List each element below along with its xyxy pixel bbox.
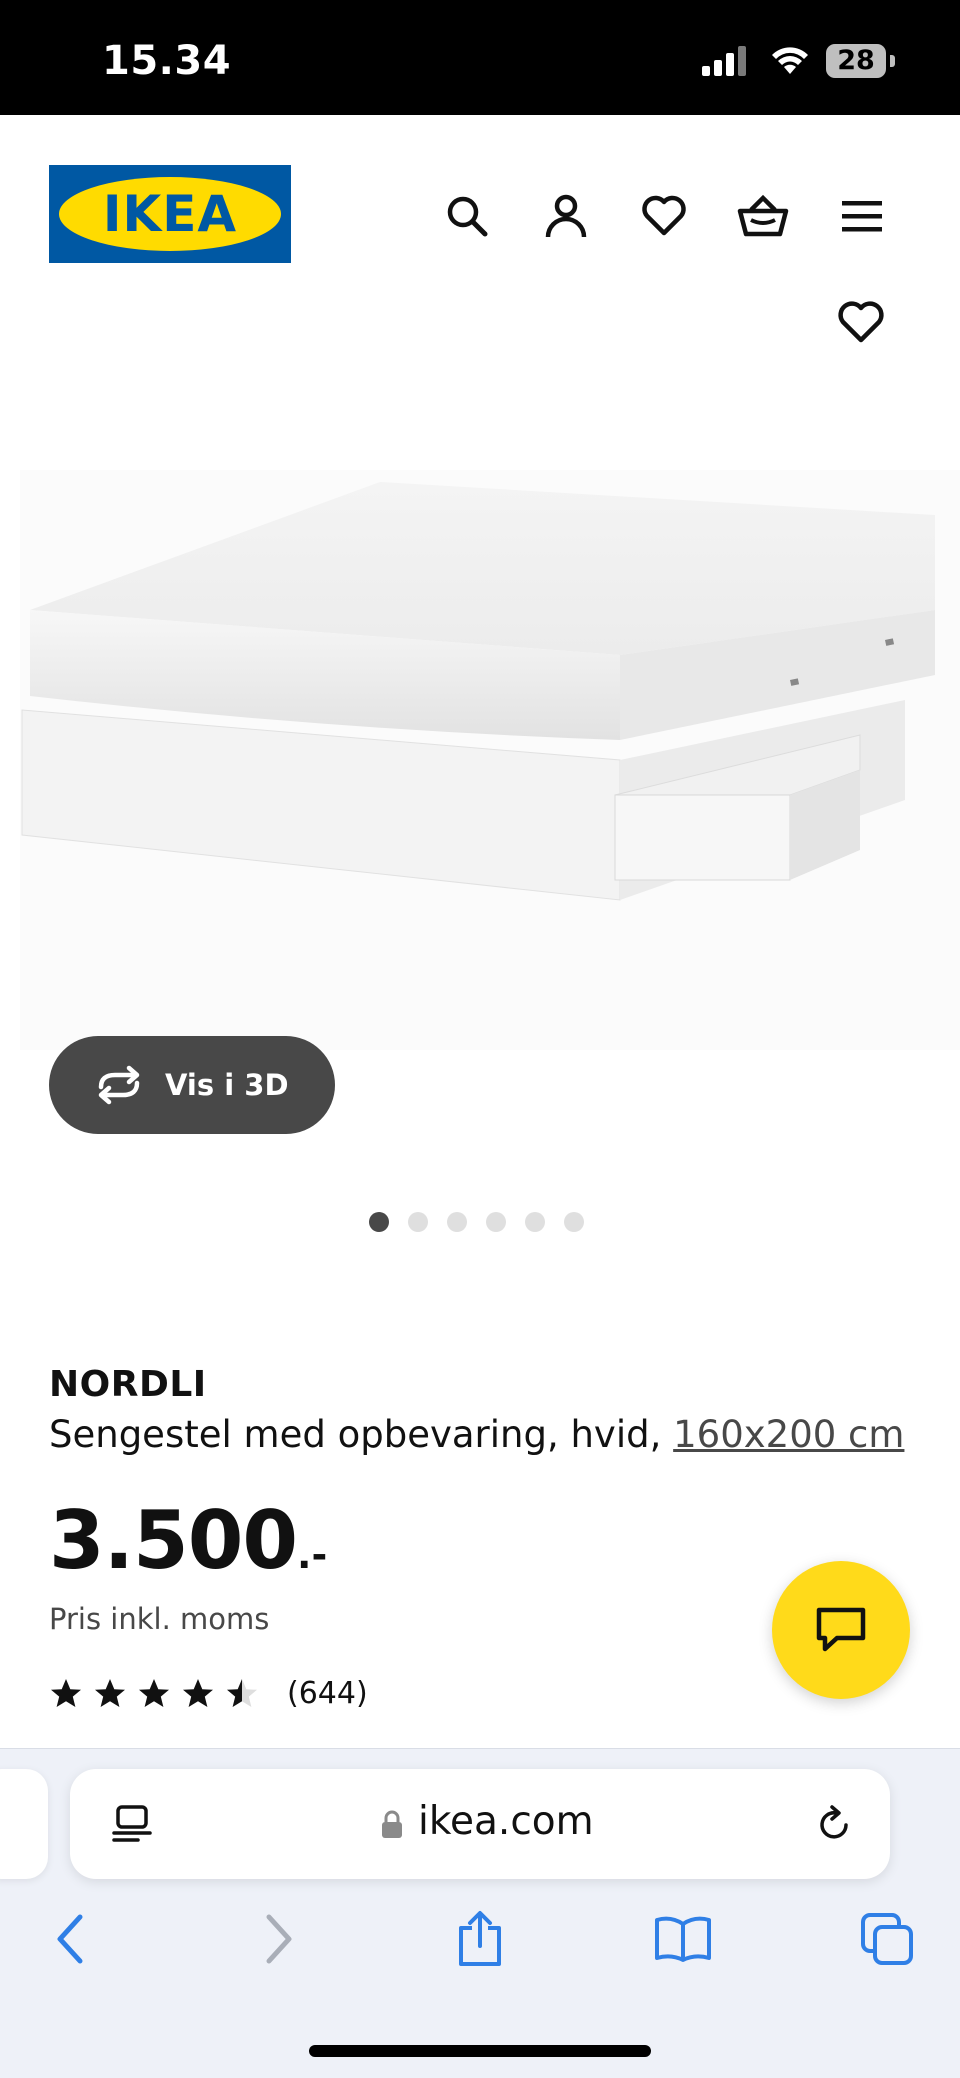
chat-bubble-icon	[816, 1607, 866, 1652]
site-header: IKEA	[0, 115, 960, 300]
product-image	[20, 470, 960, 1050]
home-indicator	[309, 2045, 651, 2057]
lock-icon	[382, 1810, 402, 1838]
save-favourite-icon[interactable]	[836, 300, 886, 346]
review-count: (644)	[287, 1676, 368, 1711]
tabs-icon	[861, 1913, 913, 1965]
view-in-3d-button[interactable]: Vis i 3D	[49, 1036, 335, 1134]
product-description-text: Sengestel med opbevaring, hvid,	[49, 1413, 662, 1456]
page-menu-icon[interactable]	[110, 1803, 154, 1847]
wifi-icon	[772, 47, 808, 74]
reload-icon[interactable]	[812, 1803, 856, 1847]
vat-note: Pris inkl. moms	[49, 1602, 270, 1636]
tabs-button[interactable]	[857, 1909, 917, 1969]
pagination-dot[interactable]	[408, 1212, 428, 1232]
battery-indicator: 28	[826, 44, 886, 78]
chat-button[interactable]	[772, 1561, 910, 1699]
open-book-icon	[655, 1916, 711, 1962]
status-time: 15.34	[102, 38, 232, 84]
pagination-dot[interactable]	[369, 1212, 389, 1232]
product-name: NORDLI	[49, 1364, 207, 1405]
pagination-dot[interactable]	[486, 1212, 506, 1232]
rotate-3d-icon	[98, 1065, 140, 1105]
favourites-icon[interactable]	[638, 190, 690, 242]
view-in-3d-label: Vis i 3D	[165, 1068, 289, 1102]
chevron-right-icon	[266, 1914, 292, 1964]
half-star-icon	[227, 1678, 257, 1707]
status-bar: 15.34 28	[0, 0, 960, 115]
pagination-dot[interactable]	[447, 1212, 467, 1232]
bookmarks-button[interactable]	[653, 1909, 713, 1969]
star-icon	[183, 1678, 213, 1707]
battery-tip	[890, 55, 895, 67]
battery-level: 28	[837, 45, 875, 76]
star-icon	[139, 1678, 169, 1707]
forward-button[interactable]	[248, 1909, 308, 1969]
product-description: Sengestel med opbevaring, hvid, 160x200 …	[49, 1413, 904, 1456]
product-image-gallery[interactable]	[0, 300, 960, 1050]
back-button[interactable]	[41, 1909, 101, 1969]
image-pagination	[369, 1212, 584, 1232]
share-button[interactable]	[450, 1909, 510, 1969]
price-amount: 3.500	[49, 1494, 298, 1587]
pagination-dot[interactable]	[525, 1212, 545, 1232]
address-bar[interactable]: ikea.com	[70, 1769, 890, 1879]
price-suffix: .-	[297, 1533, 328, 1577]
chevron-left-icon	[57, 1914, 83, 1964]
menu-icon[interactable]	[836, 190, 888, 242]
url-text: ikea.com	[418, 1799, 594, 1844]
star-icon	[51, 1678, 81, 1707]
browser-toolbar: ikea.com	[0, 1748, 960, 2078]
previous-tab-preview[interactable]	[0, 1769, 48, 1879]
account-icon[interactable]	[540, 190, 592, 242]
logo-text: IKEA	[102, 185, 238, 243]
basket-icon[interactable]	[737, 190, 789, 242]
pagination-dot[interactable]	[564, 1212, 584, 1232]
star-icon	[95, 1678, 125, 1707]
ikea-logo[interactable]: IKEA	[49, 165, 291, 263]
share-icon	[459, 1911, 501, 1966]
search-icon[interactable]	[441, 190, 493, 242]
cellular-signal-icon	[702, 46, 746, 76]
product-size-link[interactable]: 160x200 cm	[673, 1413, 904, 1456]
product-price: 3.500.-	[49, 1494, 327, 1587]
product-rating[interactable]: (644)	[49, 1676, 368, 1711]
